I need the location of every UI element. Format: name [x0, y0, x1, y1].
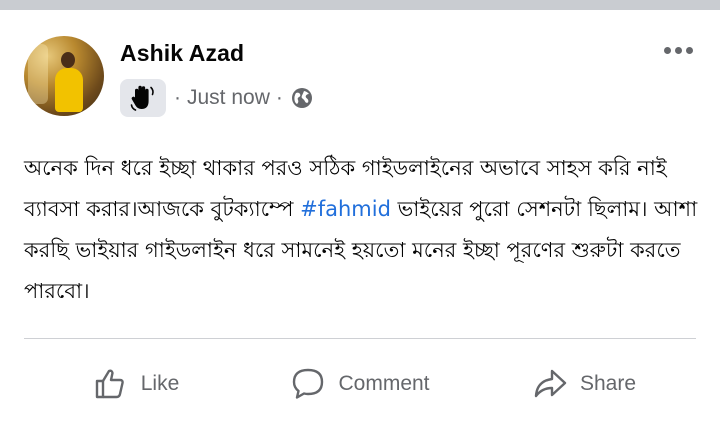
- more-options-icon[interactable]: [660, 40, 696, 60]
- avatar[interactable]: [24, 36, 104, 116]
- thumbs-up-icon: [95, 369, 124, 399]
- hand-wave-icon[interactable]: [120, 79, 166, 117]
- post-body: অনেক দিন ধরে ইচ্ছা থাকার পরও সঠিক গাইডলা…: [24, 148, 700, 312]
- dot: [685, 46, 693, 54]
- comment-button[interactable]: Comment: [248, 354, 472, 414]
- dot: [674, 46, 682, 54]
- author-name[interactable]: Ashik Azad: [120, 40, 244, 67]
- share-arrow-icon: [534, 369, 567, 398]
- like-label: Like: [140, 372, 180, 395]
- dot: [663, 46, 671, 54]
- hashtag-link[interactable]: #fahmid: [300, 197, 391, 221]
- meta-separator: ·: [174, 86, 181, 109]
- post-header: Ashik Azad · Just now ·: [24, 36, 696, 118]
- avatar-figure-head: [61, 52, 75, 68]
- post-meta: · Just now ·: [120, 79, 313, 117]
- divider: [24, 338, 696, 339]
- share-button[interactable]: Share: [472, 354, 696, 414]
- avatar-figure-body: [55, 68, 83, 112]
- speech-bubble-icon: [293, 368, 324, 399]
- avatar-light: [28, 44, 48, 104]
- share-label: Share: [579, 372, 637, 395]
- post-time[interactable]: Just now: [187, 86, 270, 110]
- comment-label: Comment: [338, 372, 430, 395]
- post-actions: Like Comment Share: [24, 354, 696, 414]
- meta-separator: ·: [275, 86, 283, 109]
- like-button[interactable]: Like: [24, 354, 248, 414]
- feed-separator-band: [0, 0, 720, 10]
- globe-icon[interactable]: [291, 87, 313, 109]
